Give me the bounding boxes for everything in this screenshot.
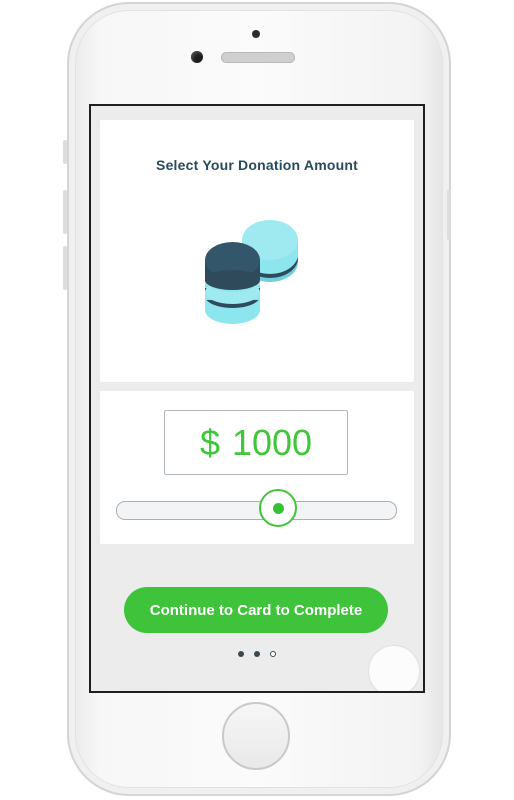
assistive-touch-button[interactable] <box>369 646 419 691</box>
currency-symbol: $ <box>199 421 220 463</box>
amount-slider-track[interactable] <box>116 501 397 520</box>
earpiece-speaker <box>221 52 295 63</box>
phone-screen: Select Your Donation Amount $ 1000 Conti… <box>89 104 425 693</box>
volume-up-button <box>63 190 67 234</box>
page-dot-2 <box>254 651 260 657</box>
page-dot-1 <box>238 651 244 657</box>
page-dot-3 <box>270 651 276 657</box>
coin-stack-icon <box>205 220 298 324</box>
amount-slider-thumb[interactable] <box>258 489 297 527</box>
illustration-card: Select Your Donation Amount <box>100 120 414 382</box>
volume-down-button <box>63 246 67 290</box>
amount-value: 1000 <box>231 421 313 463</box>
continue-button[interactable]: Continue to Card to Complete <box>124 587 388 633</box>
amount-card: $ 1000 <box>100 391 414 544</box>
page-title: Select Your Donation Amount <box>156 157 358 173</box>
front-camera <box>191 51 203 63</box>
home-button[interactable] <box>222 702 290 770</box>
sensor-dot <box>252 30 260 38</box>
mute-switch <box>63 140 67 164</box>
donation-amount-display[interactable]: $ 1000 <box>164 410 348 475</box>
power-button <box>447 190 451 240</box>
slider-thumb-dot <box>272 503 284 514</box>
